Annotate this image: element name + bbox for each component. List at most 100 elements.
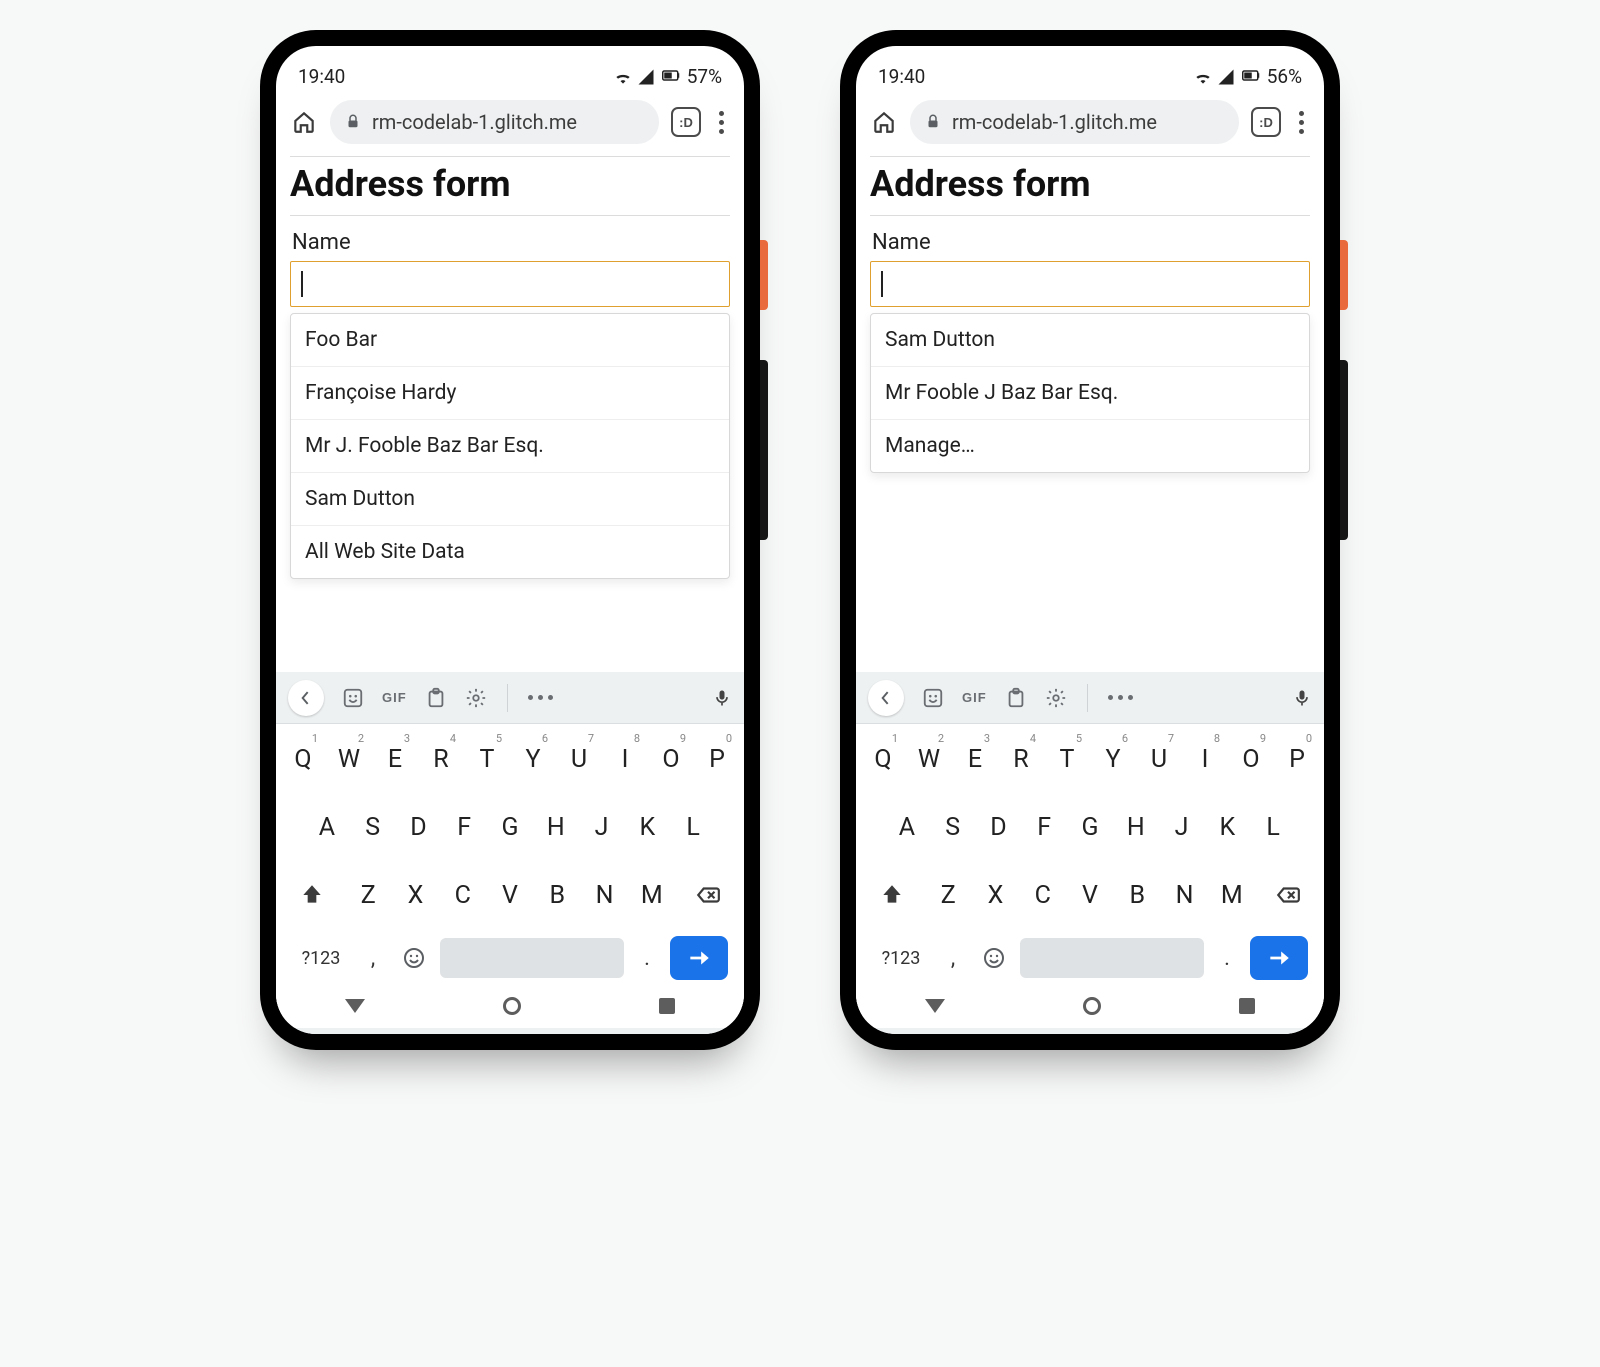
key-d[interactable]: D: [396, 798, 442, 856]
name-input[interactable]: [870, 261, 1310, 307]
key-o[interactable]: O9: [1230, 730, 1272, 788]
key-h[interactable]: H: [533, 798, 579, 856]
mic-icon[interactable]: [1292, 688, 1312, 708]
key-v[interactable]: V: [489, 866, 531, 924]
overflow-menu-icon[interactable]: [713, 111, 730, 134]
key-c[interactable]: C: [1022, 866, 1064, 924]
key-s[interactable]: S: [930, 798, 976, 856]
key-k[interactable]: K: [624, 798, 670, 856]
key-d[interactable]: D: [976, 798, 1022, 856]
key-r[interactable]: R4: [420, 730, 462, 788]
key-z[interactable]: Z: [927, 866, 969, 924]
backspace-key-icon[interactable]: [678, 866, 738, 924]
key-a[interactable]: A: [304, 798, 350, 856]
key-o[interactable]: O9: [650, 730, 692, 788]
settings-gear-icon[interactable]: [1045, 687, 1067, 709]
key-j[interactable]: J: [579, 798, 625, 856]
shift-key-icon[interactable]: [282, 866, 342, 924]
key-f[interactable]: F: [1021, 798, 1067, 856]
autofill-suggestion-item[interactable]: Manage…: [871, 419, 1309, 472]
gif-button[interactable]: GIF: [382, 690, 407, 705]
emoji-key-icon[interactable]: [976, 934, 1012, 982]
nav-recent-icon[interactable]: [659, 998, 675, 1014]
key-g[interactable]: G: [1067, 798, 1113, 856]
key-y[interactable]: Y6: [1092, 730, 1134, 788]
key-k[interactable]: K: [1204, 798, 1250, 856]
autofill-suggestion-item[interactable]: Mr Fooble J Baz Bar Esq.: [871, 366, 1309, 419]
nav-back-icon[interactable]: [925, 999, 945, 1013]
key-t[interactable]: T5: [1046, 730, 1088, 788]
key-p[interactable]: P0: [1276, 730, 1318, 788]
key-p[interactable]: P0: [696, 730, 738, 788]
autofill-suggestion-item[interactable]: Françoise Hardy: [291, 366, 729, 419]
more-icon[interactable]: [528, 695, 553, 700]
settings-gear-icon[interactable]: [465, 687, 487, 709]
key-i[interactable]: I8: [604, 730, 646, 788]
key-b[interactable]: B: [536, 866, 578, 924]
key-s[interactable]: S: [350, 798, 396, 856]
key-r[interactable]: R4: [1000, 730, 1042, 788]
period-key[interactable]: .: [1212, 934, 1242, 982]
shift-key-icon[interactable]: [862, 866, 922, 924]
key-q[interactable]: Q1: [862, 730, 904, 788]
enter-key-icon[interactable]: [670, 936, 728, 980]
key-f[interactable]: F: [441, 798, 487, 856]
key-w[interactable]: W2: [328, 730, 370, 788]
more-icon[interactable]: [1108, 695, 1133, 700]
key-u[interactable]: U7: [558, 730, 600, 788]
key-z[interactable]: Z: [347, 866, 389, 924]
nav-back-icon[interactable]: [345, 999, 365, 1013]
gif-button[interactable]: GIF: [962, 690, 987, 705]
key-g[interactable]: G: [487, 798, 533, 856]
key-v[interactable]: V: [1069, 866, 1111, 924]
symbols-key[interactable]: ?123: [872, 934, 930, 982]
key-h[interactable]: H: [1113, 798, 1159, 856]
enter-key-icon[interactable]: [1250, 936, 1308, 980]
key-y[interactable]: Y6: [512, 730, 554, 788]
key-j[interactable]: J: [1159, 798, 1205, 856]
key-i[interactable]: I8: [1184, 730, 1226, 788]
autofill-suggestion-item[interactable]: Sam Dutton: [871, 314, 1309, 366]
overflow-menu-icon[interactable]: [1293, 111, 1310, 134]
autofill-suggestion-item[interactable]: All Web Site Data: [291, 525, 729, 578]
key-n[interactable]: N: [1164, 866, 1206, 924]
nav-home-icon[interactable]: [1083, 997, 1101, 1015]
emoji-key-icon[interactable]: [396, 934, 432, 982]
clipboard-icon[interactable]: [425, 687, 447, 709]
sticker-icon[interactable]: [342, 687, 364, 709]
key-b[interactable]: B: [1116, 866, 1158, 924]
key-m[interactable]: M: [631, 866, 673, 924]
url-bar[interactable]: rm-codelab-1.glitch.me: [910, 100, 1239, 144]
key-n[interactable]: N: [584, 866, 626, 924]
clipboard-icon[interactable]: [1005, 687, 1027, 709]
autofill-suggestion-item[interactable]: Mr J. Fooble Baz Bar Esq.: [291, 419, 729, 472]
home-icon[interactable]: [870, 109, 898, 135]
key-e[interactable]: E3: [954, 730, 996, 788]
key-q[interactable]: Q1: [282, 730, 324, 788]
key-x[interactable]: X: [395, 866, 437, 924]
key-x[interactable]: X: [975, 866, 1017, 924]
name-input[interactable]: [290, 261, 730, 307]
tab-switcher-button[interactable]: :D: [671, 107, 701, 137]
key-u[interactable]: U7: [1138, 730, 1180, 788]
backspace-key-icon[interactable]: [1258, 866, 1318, 924]
home-icon[interactable]: [290, 109, 318, 135]
key-a[interactable]: A: [884, 798, 930, 856]
tab-switcher-button[interactable]: :D: [1251, 107, 1281, 137]
space-key[interactable]: [1020, 938, 1204, 978]
key-t[interactable]: T5: [466, 730, 508, 788]
comma-key[interactable]: ,: [358, 934, 388, 982]
autofill-suggestion-item[interactable]: Foo Bar: [291, 314, 729, 366]
nav-home-icon[interactable]: [503, 997, 521, 1015]
key-l[interactable]: L: [1250, 798, 1296, 856]
kb-collapse-chevron-icon[interactable]: [288, 680, 324, 716]
url-bar[interactable]: rm-codelab-1.glitch.me: [330, 100, 659, 144]
autofill-suggestion-item[interactable]: Sam Dutton: [291, 472, 729, 525]
nav-recent-icon[interactable]: [1239, 998, 1255, 1014]
key-w[interactable]: W2: [908, 730, 950, 788]
comma-key[interactable]: ,: [938, 934, 968, 982]
sticker-icon[interactable]: [922, 687, 944, 709]
key-e[interactable]: E3: [374, 730, 416, 788]
kb-collapse-chevron-icon[interactable]: [868, 680, 904, 716]
key-m[interactable]: M: [1211, 866, 1253, 924]
